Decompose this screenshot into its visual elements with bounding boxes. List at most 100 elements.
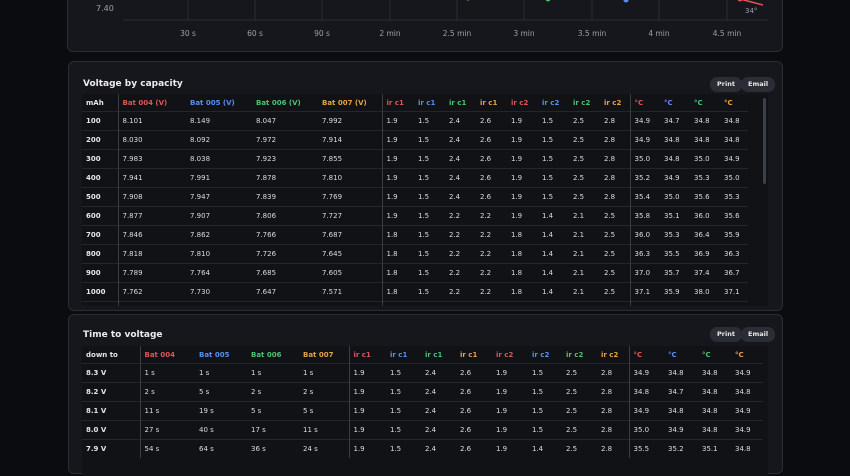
- table-cell: 2.4: [421, 363, 456, 383]
- column-header: ir c2: [573, 98, 591, 107]
- table-cell: 1.5: [538, 130, 569, 150]
- table-row: 300 7.983 8.038 7.923 7.855 1.9 1.5 2.4 2.6 1.9 1.…: [82, 149, 748, 169]
- column-header: °C: [735, 350, 744, 359]
- email-button[interactable]: Email: [741, 77, 776, 92]
- column-header: ir c2: [597, 346, 630, 364]
- table-cell: 34.9: [731, 401, 763, 421]
- table-cell: 34.8: [731, 439, 763, 458]
- capacity-table: mAh Bat 004 (V) Bat 005 (V) Bat 006 (V) Bat …: [82, 94, 748, 306]
- table-cell: 34.8: [731, 382, 763, 402]
- temp-axis-label: 34°: [745, 7, 757, 15]
- table-cell: 19 s: [195, 401, 247, 421]
- table-cell: 36.1: [660, 301, 690, 306]
- table-cell: 8.030: [118, 130, 186, 150]
- table-cell: 35.2: [630, 168, 660, 188]
- table-cell: 34.8: [660, 149, 690, 169]
- table-cell: 1.9: [382, 149, 414, 169]
- table-cell: 2.4: [445, 149, 476, 169]
- table-cell: 2.2: [445, 301, 476, 306]
- table-cell: 1.9: [382, 130, 414, 150]
- table-cell: 2.5: [600, 244, 631, 264]
- table-cell: 1.4: [538, 244, 569, 264]
- table-cell: 7.685: [252, 263, 318, 283]
- column-header: °C: [694, 98, 703, 107]
- series-point-red: [737, 0, 743, 2]
- table-cell: 7.855: [318, 149, 383, 169]
- print-button[interactable]: Print: [710, 77, 742, 92]
- table-cell: 36 s: [247, 439, 299, 458]
- table-cell: 1.9: [382, 206, 414, 226]
- column-header-row-label: mAh: [82, 94, 119, 112]
- table-cell: 2.4: [421, 401, 456, 421]
- row-label: 8.2 V: [82, 382, 141, 402]
- table-cell: 2.8: [600, 149, 631, 169]
- scrollbar[interactable]: [763, 98, 766, 184]
- table-cell: 1.9: [492, 382, 528, 402]
- table-cell: 7.914: [318, 130, 383, 150]
- column-header: ir c2: [511, 98, 529, 107]
- table-cell: 1 s: [195, 363, 247, 383]
- table-cell: 2.4: [421, 420, 456, 440]
- table-row: 800 7.818 7.810 7.726 7.645 1.8 1.5 2.2 2.2 1.8 1.…: [82, 244, 748, 264]
- capacity-table-container: mAh Bat 004 (V) Bat 005 (V) Bat 006 (V) Bat …: [82, 94, 768, 306]
- table-row: 600 7.877 7.907 7.806 7.727 1.9 1.5 2.2 2.2 1.9 1.…: [82, 206, 748, 226]
- column-header: Bat 007: [299, 346, 350, 364]
- print-button[interactable]: Print: [710, 327, 742, 342]
- table-cell: 34.7: [660, 111, 690, 131]
- table-cell: 7.769: [318, 187, 383, 207]
- table-cell: 2.2: [476, 206, 507, 226]
- table-cell: 1 s: [140, 363, 195, 383]
- table-cell: 1.8: [382, 263, 414, 283]
- table-row: 8.3 V1 s1 s1 s1 s 1.9 1.5 2.4 2.6 1.9 1.5 2.5 2.…: [82, 363, 763, 383]
- table-cell: 7.615: [252, 301, 318, 306]
- table-cell: 2.1: [569, 301, 600, 306]
- table-cell: 2.6: [456, 420, 492, 440]
- table-cell: 35.0: [690, 149, 720, 169]
- table-cell: 1.8: [507, 263, 538, 283]
- table-cell: 35.5: [629, 439, 664, 458]
- table-cell: 2.6: [476, 130, 507, 150]
- table-cell: 37.1: [630, 282, 660, 302]
- row-label: 8.1 V: [82, 401, 141, 421]
- table-cell: 2.2: [445, 206, 476, 226]
- table-cell: 2.5: [562, 420, 597, 440]
- table-row: 200 8.030 8.092 7.972 7.914 1.9 1.5 2.4 2.6 1.9 1.…: [82, 130, 748, 150]
- column-header: °C: [702, 350, 711, 359]
- table-cell: 2.8: [600, 187, 631, 207]
- table-cell: 1.8: [507, 225, 538, 245]
- table-cell: 2.1: [569, 282, 600, 302]
- table-row: 400 7.941 7.991 7.878 7.810 1.9 1.5 2.4 2.6 1.9 1.…: [82, 168, 748, 188]
- table-cell: 35.3: [660, 225, 690, 245]
- table-cell: 1.9: [349, 401, 386, 421]
- series-point-orange: [466, 0, 470, 1]
- table-cell: 2.8: [600, 168, 631, 188]
- table-cell: 35.8: [630, 206, 660, 226]
- table-cell: 7.696: [186, 301, 252, 306]
- table-cell: 34.9: [660, 168, 690, 188]
- column-header: Bat 005: [199, 350, 230, 359]
- table-row: 500 7.908 7.947 7.839 7.769 1.9 1.5 2.4 2.6 1.9 1.…: [82, 187, 748, 207]
- table-cell: 2.5: [569, 168, 600, 188]
- column-header: °C: [634, 98, 644, 107]
- table-cell: 1.4: [538, 263, 569, 283]
- table-cell: 2.2: [445, 225, 476, 245]
- table-cell: 2.5: [562, 363, 597, 383]
- table-cell: 2.2: [445, 282, 476, 302]
- table-cell: 7.762: [118, 282, 186, 302]
- table-cell: 7.908: [118, 187, 186, 207]
- table-cell: 2.2: [476, 263, 507, 283]
- table-cell: 1.8: [507, 301, 538, 306]
- table-cell: 1.8: [382, 225, 414, 245]
- table-cell: 1.5: [414, 244, 445, 264]
- table-cell: 35.5: [660, 244, 690, 264]
- table-cell: 5 s: [247, 401, 299, 421]
- table-cell: 2.4: [445, 168, 476, 188]
- table-cell: 7.764: [186, 263, 252, 283]
- table-cell: 1.4: [538, 206, 569, 226]
- email-button[interactable]: Email: [741, 327, 776, 342]
- table-cell: 1.5: [414, 111, 445, 131]
- table-cell: 34.9: [630, 130, 660, 150]
- table-cell: 54 s: [140, 439, 195, 458]
- table-cell: 2.2: [476, 244, 507, 264]
- column-header: ir c1: [353, 350, 371, 359]
